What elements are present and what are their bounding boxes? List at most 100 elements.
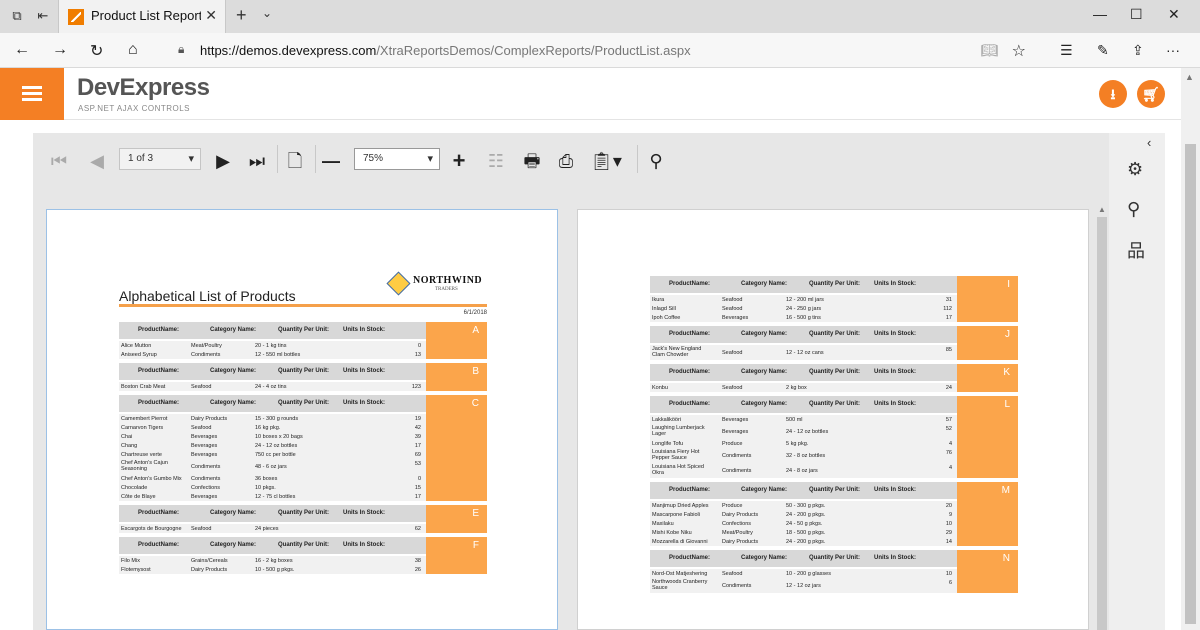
column-header: Units In Stock:: [874, 487, 917, 493]
table-row: Chang Beverages 24 - 12 oz bottles 17: [119, 441, 426, 450]
cell-units: 85: [945, 347, 952, 353]
favorite-star-icon[interactable]: ☆: [1012, 41, 1026, 61]
column-header: Quantity Per Unit:: [278, 327, 330, 333]
cell-units: 69: [414, 452, 421, 458]
column-header: Category Name:: [210, 368, 257, 374]
table-cell: 50 - 300 g pkgs.: [786, 503, 826, 509]
forward-icon[interactable]: →: [52, 41, 68, 59]
tab-title: Product List Report - Re: [91, 8, 201, 23]
last-page-icon[interactable]: ⏭: [247, 150, 267, 172]
title-underline: [119, 304, 487, 307]
highlight-fields-icon[interactable]: ☷: [485, 150, 507, 172]
single-page-icon[interactable]: 🗋︎: [285, 150, 305, 172]
tab-list-chevron-icon[interactable]: ⌄: [262, 6, 272, 20]
toolbar-separator: [277, 145, 278, 173]
group-letter: N: [957, 550, 1018, 593]
logo-text: NORTHWIND: [413, 275, 483, 286]
table-cell: 20 - 1 kg tins: [255, 343, 287, 349]
column-header: Quantity Per Unit:: [278, 542, 330, 548]
first-page-icon[interactable]: ⏮: [49, 150, 69, 172]
set-tabs-aside-icon[interactable]: ⇤: [34, 7, 52, 25]
table-cell: 2 kg box: [786, 385, 807, 391]
viewer-side-panel: ‹ ⚙ ⚲ 品: [1109, 133, 1165, 630]
cell-units: 6: [948, 580, 952, 586]
search-panel-icon[interactable]: ⚲: [1127, 199, 1140, 220]
zoom-out-icon[interactable]: —: [321, 150, 341, 172]
scroll-up-icon[interactable]: ▲: [1185, 72, 1194, 82]
url-field[interactable]: 🔒︎ https://demos.devexpress.com/XtraRepo…: [168, 39, 1038, 63]
column-header: Category Name:: [741, 401, 788, 407]
maximize-icon[interactable]: ☐: [1130, 6, 1143, 23]
column-header: Category Name:: [210, 400, 257, 406]
cell-units: 123: [411, 384, 421, 390]
table-cell: 24 pieces: [255, 526, 279, 532]
next-page-icon[interactable]: ▶: [213, 150, 233, 172]
close-tab-icon[interactable]: ✕: [205, 7, 217, 24]
table-cell: Northwoods Cranberry Sauce: [652, 579, 708, 591]
search-icon[interactable]: ⚲: [645, 150, 667, 172]
table-cell: Beverages: [191, 434, 218, 440]
close-window-icon[interactable]: ✕: [1168, 6, 1180, 23]
collapse-panel-icon[interactable]: ‹: [1147, 135, 1151, 150]
reading-view-icon[interactable]: 📖︎: [980, 42, 998, 59]
cart-icon[interactable]: 🛒︎: [1137, 80, 1165, 108]
print-icon[interactable]: 🖶︎: [521, 150, 543, 172]
table-row: Chef Anton's Gumbo Mix Condiments 36 boxes…: [119, 474, 426, 483]
cell-units: 62: [414, 526, 421, 532]
page-scrollbar[interactable]: ▲: [1181, 68, 1200, 630]
zoom-in-icon[interactable]: +: [449, 150, 469, 172]
home-icon[interactable]: ⌂: [128, 41, 138, 59]
table-cell: Grains/Cereals: [191, 558, 228, 564]
viewer-scroll-up-icon[interactable]: ▲: [1098, 205, 1106, 214]
export-icon[interactable]: 📋︎▾: [589, 150, 623, 172]
column-header: Units In Stock:: [874, 401, 917, 407]
minimize-icon[interactable]: —: [1093, 6, 1107, 22]
cell-units: 52: [945, 426, 952, 432]
previous-page-icon[interactable]: ◀: [87, 150, 107, 172]
back-icon[interactable]: ←: [14, 41, 30, 59]
web-note-icon[interactable]: ✎: [1097, 42, 1109, 59]
table-cell: Escargots de Bourgogne: [121, 526, 182, 532]
column-header: Category Name:: [741, 487, 788, 493]
table-cell: Meat/Poultry: [191, 343, 222, 349]
tab-preview-icon[interactable]: ⧉: [8, 7, 26, 25]
more-icon[interactable]: ···: [1166, 42, 1180, 58]
table-cell: Filo Mix: [121, 558, 140, 564]
page-selector[interactable]: 1 of 3: [119, 148, 201, 170]
table-cell: Lakkalikööri: [652, 417, 682, 423]
table-cell: Beverages: [191, 494, 218, 500]
column-header: Units In Stock:: [874, 369, 917, 375]
refresh-icon[interactable]: ↻: [90, 41, 103, 61]
cell-units: 57: [945, 417, 952, 423]
new-tab-icon[interactable]: +: [236, 5, 247, 26]
table-cell: Chai: [121, 434, 133, 440]
cell-units: 0: [417, 343, 421, 349]
brand-logo[interactable]: DevExpress: [77, 74, 210, 102]
favorites-hub-icon[interactable]: ☰: [1060, 42, 1073, 59]
table-cell: Ipoh Coffee: [652, 315, 681, 321]
table-cell: 10 boxes x 20 bags: [255, 434, 303, 440]
share-icon[interactable]: ⇪: [1132, 42, 1144, 59]
table-row: Carnarvon Tigers Seafood 16 kg pkg. 42: [119, 423, 426, 432]
table-cell: 24 - 50 g pkgs.: [786, 521, 823, 527]
table-cell: Flotemysost: [121, 567, 151, 573]
viewer-scrollbar[interactable]: ▲: [1095, 205, 1109, 630]
report-page-1: Alphabetical List of Products NORTHWIND …: [46, 209, 558, 630]
product-group: ProductName: Category Name: Quantity Per U…: [650, 396, 1018, 478]
hamburger-menu-icon[interactable]: [0, 68, 64, 120]
table-cell: Condiments: [191, 476, 221, 482]
cell-units: 17: [414, 443, 421, 449]
download-icon[interactable]: ⭳: [1099, 80, 1127, 108]
page-scroll-thumb[interactable]: [1185, 144, 1196, 624]
viewer-scroll-thumb[interactable]: [1097, 217, 1107, 630]
zoom-selector[interactable]: 75%: [354, 148, 440, 170]
url-text[interactable]: https://demos.devexpress.com/XtraReports…: [200, 43, 691, 58]
gear-icon[interactable]: ⚙: [1127, 159, 1143, 180]
table-cell: Camembert Pierrot: [121, 416, 168, 422]
column-header: Quantity Per Unit:: [809, 555, 861, 561]
table-row: Mishi Kobe Niku Meat/Poultry 18 - 500 g pk…: [650, 528, 957, 537]
table-row: Aniseed Syrup Condiments 12 - 550 ml bottl…: [119, 350, 426, 359]
print-page-icon[interactable]: ⎙: [555, 150, 577, 172]
browser-tab[interactable]: Product List Report - Re ✕: [58, 0, 226, 33]
document-map-icon[interactable]: 品: [1127, 237, 1145, 263]
